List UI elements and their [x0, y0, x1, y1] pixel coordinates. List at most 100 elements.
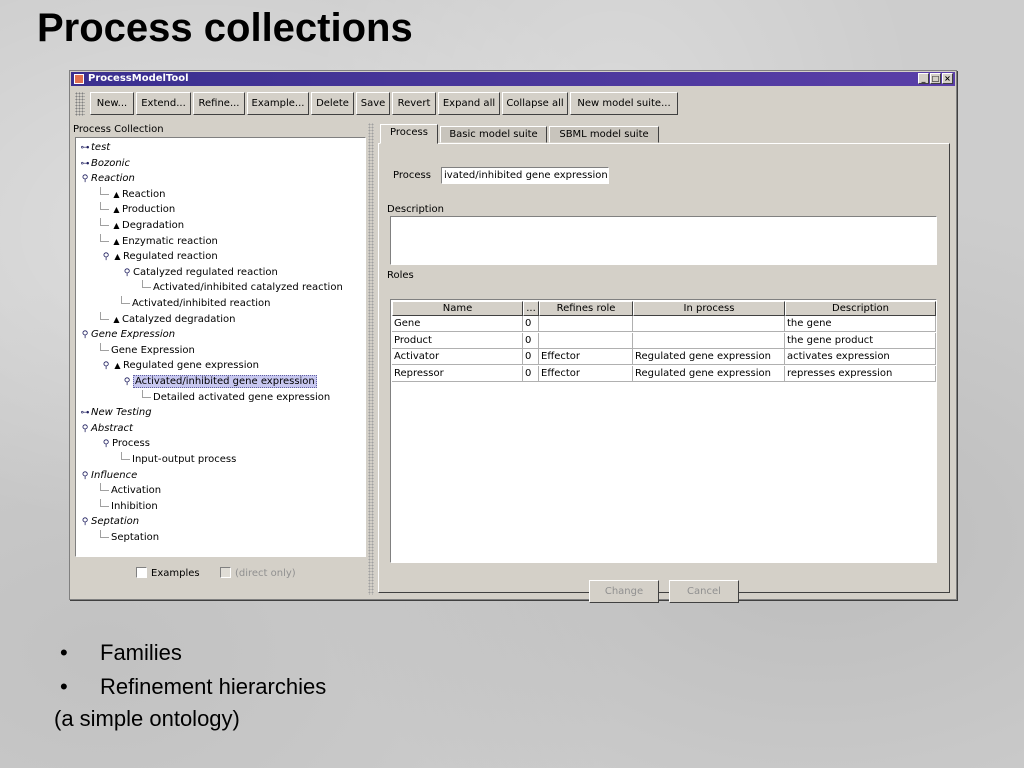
tree-node[interactable]: Gene Expression	[100, 342, 195, 358]
tree-node-label: Input-output process	[132, 454, 237, 465]
tree-branch-line	[142, 280, 151, 289]
tree-node[interactable]: ⚲ ▲ Regulated reaction	[100, 249, 218, 264]
process-collection-panel: Process Collection ⊶ test ⊶ Bozonic ⚲ Reactio…	[72, 123, 366, 595]
tree-node[interactable]: ▲ Degradation	[100, 218, 184, 233]
expand-handle-icon[interactable]: ⚲	[100, 437, 112, 452]
column-header-refines-role[interactable]: Refines role	[539, 301, 633, 316]
expand-handle-icon[interactable]: ⚲	[121, 375, 133, 390]
collapse-handle-icon[interactable]: ⊶	[79, 157, 91, 172]
save-button[interactable]: Save	[356, 92, 390, 115]
window-titlebar[interactable]: ProcessModelTool _ □ ×	[71, 72, 955, 86]
close-icon[interactable]: ×	[942, 73, 953, 84]
tab-sbml-model-suite[interactable]: SBML model suite	[549, 126, 659, 143]
direct-only-checkbox[interactable]	[219, 567, 231, 578]
expand-handle-icon[interactable]: ⚲	[100, 250, 112, 265]
roles-table[interactable]: Name ... Refines role In process Descrip…	[390, 299, 937, 563]
tree-node[interactable]: ⚲ Septation	[79, 514, 139, 529]
table-cell[interactable]: Gene	[392, 316, 523, 332]
expand-handle-icon[interactable]: ⚲	[79, 422, 91, 437]
extend-button[interactable]: Extend...	[136, 92, 191, 115]
tree-node[interactable]: ⚲ Activated/inhibited gene expression	[121, 374, 317, 389]
expand-handle-icon[interactable]: ⚲	[100, 359, 112, 374]
column-header-count[interactable]: ...	[523, 301, 539, 316]
expand-handle-icon[interactable]: ⚲	[79, 515, 91, 530]
tree-node[interactable]: Septation	[100, 530, 159, 545]
example-button[interactable]: Example...	[247, 92, 309, 115]
tree-branch-line	[100, 186, 109, 195]
table-cell[interactable]: Repressor	[392, 365, 523, 382]
examples-checkbox[interactable]	[136, 567, 147, 578]
table-cell[interactable]: 0	[523, 332, 539, 349]
description-field[interactable]	[390, 216, 937, 265]
table-cell[interactable]: represses expression	[785, 365, 936, 382]
table-cell[interactable]	[633, 332, 785, 349]
expand-handle-icon[interactable]: ⚲	[79, 172, 91, 187]
expand-all-button[interactable]: Expand all	[438, 92, 500, 115]
new-model-suite-button[interactable]: New model suite...	[570, 92, 678, 115]
table-cell[interactable]: the gene product	[785, 332, 936, 349]
refine-button[interactable]: Refine...	[193, 92, 245, 115]
table-cell[interactable]: 0	[523, 316, 539, 332]
table-cell[interactable]	[539, 316, 633, 332]
table-cell[interactable]: Effector	[539, 349, 633, 365]
table-cell[interactable]: 0	[523, 349, 539, 365]
expand-handle-icon[interactable]: ⚲	[79, 328, 91, 343]
collapse-handle-icon[interactable]: ⊶	[79, 141, 91, 156]
table-cell[interactable]: 0	[523, 365, 539, 382]
revert-button[interactable]: Revert	[392, 92, 436, 115]
tree-node[interactable]: ⚲ Influence	[79, 468, 138, 484]
tree-node-label: Activated/inhibited reaction	[132, 298, 271, 309]
tree-node-label: Reaction	[122, 188, 166, 200]
tree-node[interactable]: Activated/inhibited reaction	[121, 296, 270, 311]
table-cell[interactable]: the gene	[785, 316, 936, 332]
cancel-button[interactable]: Cancel	[669, 580, 739, 603]
tab-basic-model-suite[interactable]: Basic model suite	[440, 126, 547, 143]
delete-button[interactable]: Delete	[311, 92, 354, 115]
tree-node[interactable]: ⚲ Process	[100, 436, 150, 451]
column-header-name[interactable]: Name	[392, 301, 523, 316]
tree-node[interactable]: Activation	[100, 483, 161, 498]
table-cell[interactable]	[633, 316, 785, 332]
tree-node[interactable]: ⚲ Reaction	[79, 171, 135, 186]
new-button[interactable]: New...	[90, 92, 134, 115]
tree-node-label: Inhibition	[111, 500, 158, 512]
table-cell[interactable]	[539, 332, 633, 349]
toolbar-grip[interactable]	[75, 92, 85, 116]
collapse-all-button[interactable]: Collapse all	[502, 92, 568, 115]
tree-node[interactable]: Inhibition	[100, 498, 158, 514]
column-header-description[interactable]: Description	[785, 301, 936, 316]
tree-node[interactable]: ▲ Production	[100, 202, 175, 217]
maximize-icon[interactable]: □	[930, 73, 941, 84]
table-cell[interactable]: Activator	[392, 349, 523, 365]
tree-node[interactable]: Input-output process	[121, 452, 236, 467]
tree-node[interactable]: Detailed activated gene expression	[142, 389, 330, 405]
slide-note: (a simple ontology)	[54, 706, 240, 731]
tab-process[interactable]: Process	[380, 124, 438, 144]
collapse-handle-icon[interactable]: ⊶	[79, 406, 91, 421]
tree-node[interactable]: ⊶ Bozonic	[79, 156, 130, 171]
tree-node[interactable]: ▲ Catalyzed degradation	[100, 311, 236, 327]
slide-title: Process collections	[37, 6, 413, 50]
tree-node[interactable]: ⊶ test	[79, 140, 111, 156]
process-name-field[interactable]: ivated/inhibited gene expression	[441, 167, 609, 184]
table-cell[interactable]: Regulated gene expression	[633, 365, 785, 382]
change-button[interactable]: Change	[589, 580, 659, 603]
minimize-icon[interactable]: _	[918, 73, 929, 84]
table-cell[interactable]: Regulated gene expression	[633, 349, 785, 365]
expand-handle-icon[interactable]: ⚲	[121, 266, 133, 281]
expand-handle-icon[interactable]: ⚲	[79, 469, 91, 484]
table-cell[interactable]: Product	[392, 332, 523, 349]
table-cell[interactable]: activates expression	[785, 349, 936, 365]
tree-node[interactable]: ▲ Enzymatic reaction	[100, 233, 218, 249]
tree-node[interactable]: ⚲ ▲ Regulated gene expression	[100, 358, 259, 373]
tree-node[interactable]: Activated/inhibited catalyzed reaction	[142, 280, 343, 295]
process-tree[interactable]: ⊶ test ⊶ Bozonic ⚲ Reaction ▲ Reaction ▲ Producti…	[75, 137, 366, 557]
tree-node[interactable]: ⚲ Catalyzed regulated reaction	[121, 265, 278, 280]
column-header-in-process[interactable]: In process	[633, 301, 785, 316]
tree-node[interactable]: ⚲ Gene Expression	[79, 327, 175, 342]
split-pane-divider[interactable]	[368, 123, 374, 595]
tree-node[interactable]: ⊶ New Testing	[79, 405, 152, 420]
table-cell[interactable]: Effector	[539, 365, 633, 382]
tree-node[interactable]: ▲ Reaction	[100, 186, 166, 202]
tree-node[interactable]: ⚲ Abstract	[79, 421, 133, 436]
